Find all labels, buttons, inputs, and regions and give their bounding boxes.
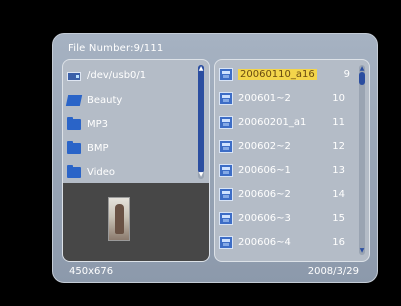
dir-item-bmp[interactable]: BMP — [67, 139, 197, 157]
folder-icon — [67, 140, 81, 154]
dir-item-label: BMP — [87, 142, 109, 154]
file-index: 16 — [332, 236, 345, 248]
file-item[interactable]: 200606~4 16 — [219, 232, 359, 252]
thumbnail-figure — [115, 204, 124, 234]
dir-item-video[interactable]: Video — [67, 163, 197, 181]
file-list-panel: 20060110_a16 9 200601~2 10 20060201_a1 1… — [214, 59, 370, 262]
photo-thumbnail — [108, 197, 130, 241]
file-item[interactable]: 200601~2 10 — [219, 88, 359, 108]
file-item[interactable]: 200606~2 14 — [219, 184, 359, 204]
folder-open-icon — [65, 94, 83, 106]
dir-item-label: MP3 — [87, 118, 109, 130]
scrollbar-thumb[interactable] — [198, 65, 204, 173]
directory-panel: /dev/usb0/1 Beauty MP3 BMP Video ▲ ▼ — [62, 59, 210, 262]
scrollbar-thumb[interactable] — [359, 72, 365, 85]
photo-file-icon — [219, 163, 233, 177]
file-name: 200606~3 — [238, 212, 291, 224]
file-name: 200601~2 — [238, 92, 291, 104]
photo-file-icon — [219, 139, 233, 153]
folder-icon — [67, 164, 81, 178]
photo-file-icon — [219, 115, 233, 129]
file-item[interactable]: 200606~1 13 — [219, 160, 359, 180]
file-item[interactable]: 200602~2 12 — [219, 136, 359, 156]
scroll-down-arrow-icon[interactable]: ▼ — [198, 172, 204, 178]
photo-file-icon — [219, 235, 233, 249]
file-name: 200602~2 — [238, 140, 291, 152]
photo-file-icon — [219, 187, 233, 201]
folder-icon — [67, 116, 81, 130]
file-item[interactable]: 20060201_a1 11 — [219, 112, 359, 132]
file-index: 9 — [343, 68, 350, 80]
dir-item-mp3[interactable]: MP3 — [67, 115, 197, 133]
drive-icon — [67, 71, 81, 81]
file-name: 200606~4 — [238, 236, 291, 248]
dir-item-label: Beauty — [87, 94, 123, 106]
file-number-label: File Number:9/111 — [68, 43, 164, 54]
file-index: 13 — [332, 164, 345, 176]
file-browser-window: File Number:9/111 /dev/usb0/1 Beauty MP3… — [52, 33, 378, 283]
file-item-selected[interactable]: 20060110_a16 9 — [219, 64, 359, 84]
file-item[interactable]: 200606~3 15 — [219, 208, 359, 228]
file-name: 200606~1 — [238, 164, 291, 176]
file-name: 20060110_a16 — [238, 68, 317, 80]
file-index: 12 — [332, 140, 345, 152]
dir-item-beauty[interactable]: Beauty — [65, 91, 197, 109]
image-preview — [63, 183, 209, 261]
scroll-up-arrow-icon[interactable]: ▲ — [198, 66, 204, 72]
file-name: 200606~2 — [238, 188, 291, 200]
photo-file-icon — [219, 91, 233, 105]
dir-item-device[interactable]: /dev/usb0/1 — [67, 66, 197, 84]
file-index: 15 — [332, 212, 345, 224]
file-index: 14 — [332, 188, 345, 200]
dir-item-label: /dev/usb0/1 — [87, 69, 147, 81]
directory-scrollbar[interactable]: ▲ ▼ — [198, 65, 204, 179]
scroll-down-arrow-icon[interactable]: ▼ — [359, 248, 365, 254]
file-list-scrollbar[interactable]: ▲ ▼ — [359, 65, 365, 255]
scroll-up-arrow-icon[interactable]: ▲ — [359, 66, 365, 72]
photo-file-icon — [219, 67, 233, 81]
image-date: 2008/3/29 — [307, 266, 359, 277]
dir-item-label: Video — [87, 166, 116, 178]
file-name: 20060201_a1 — [238, 116, 307, 128]
file-index: 11 — [332, 116, 345, 128]
photo-file-icon — [219, 211, 233, 225]
file-index: 10 — [332, 92, 345, 104]
image-resolution: 450x676 — [69, 266, 114, 277]
